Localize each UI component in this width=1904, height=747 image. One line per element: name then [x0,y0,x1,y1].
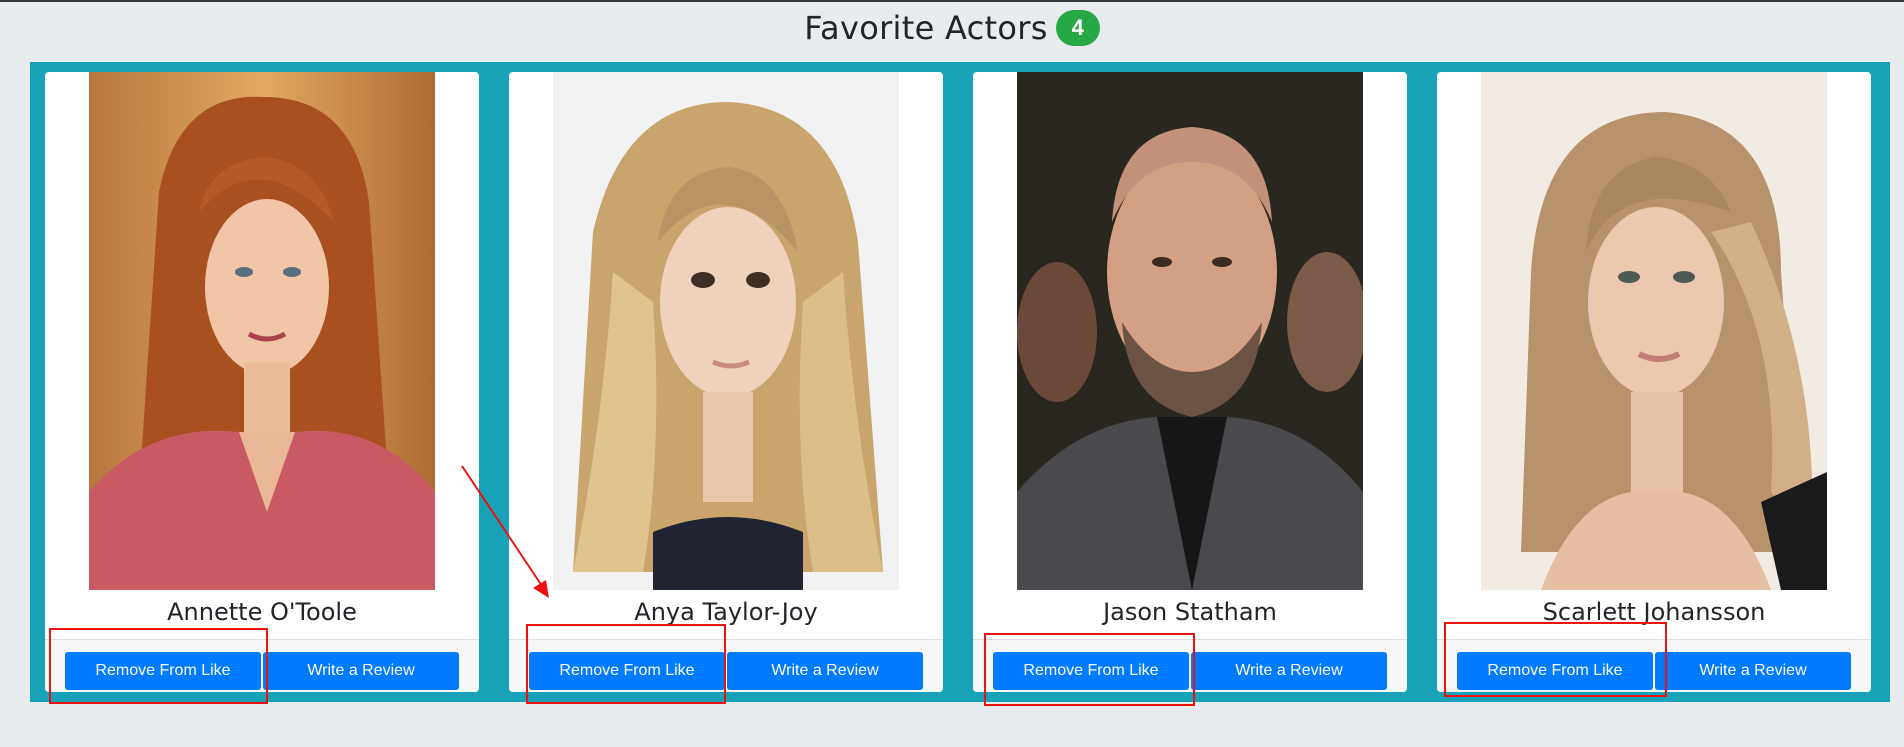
actor-name: Scarlett Johansson [1542,598,1766,626]
actor-photo-image [1481,72,1827,590]
page-header: Favorite Actors 4 [0,8,1904,48]
write-review-button[interactable]: Write a Review [263,652,459,690]
actor-name: Annette O'Toole [167,598,357,626]
page-title: Favorite Actors [804,9,1048,47]
actor-photo-image [1017,72,1363,590]
remove-from-like-button[interactable]: Remove From Like [1457,652,1653,690]
actor-photo-image [89,72,435,590]
actor-card: Annette O'Toole Remove From Like Write a… [45,72,479,692]
card-footer: Remove From Like Write a Review [1437,639,1871,692]
actor-card: Jason Statham Remove From Like Write a R… [973,72,1407,692]
write-review-button[interactable]: Write a Review [1655,652,1851,690]
card-footer: Remove From Like Write a Review [45,639,479,692]
remove-from-like-button[interactable]: Remove From Like [65,652,261,690]
favorites-board: Annette O'Toole Remove From Like Write a… [30,62,1890,702]
actor-photo [89,72,435,590]
actor-photo-image [553,72,899,590]
card-footer: Remove From Like Write a Review [509,639,943,692]
top-border [0,0,1904,2]
favorites-count-badge: 4 [1055,9,1100,46]
actor-photo [1017,72,1363,590]
actor-photo [553,72,899,590]
actor-photo [1481,72,1827,590]
actor-card: Anya Taylor-Joy Remove From Like Write a… [509,72,943,692]
actor-name: Anya Taylor-Joy [634,598,818,626]
actor-card: Scarlett Johansson Remove From Like Writ… [1437,72,1871,692]
remove-from-like-button[interactable]: Remove From Like [529,652,725,690]
write-review-button[interactable]: Write a Review [727,652,923,690]
actor-name: Jason Statham [1103,598,1277,626]
write-review-button[interactable]: Write a Review [1191,652,1387,690]
card-footer: Remove From Like Write a Review [973,639,1407,692]
remove-from-like-button[interactable]: Remove From Like [993,652,1189,690]
